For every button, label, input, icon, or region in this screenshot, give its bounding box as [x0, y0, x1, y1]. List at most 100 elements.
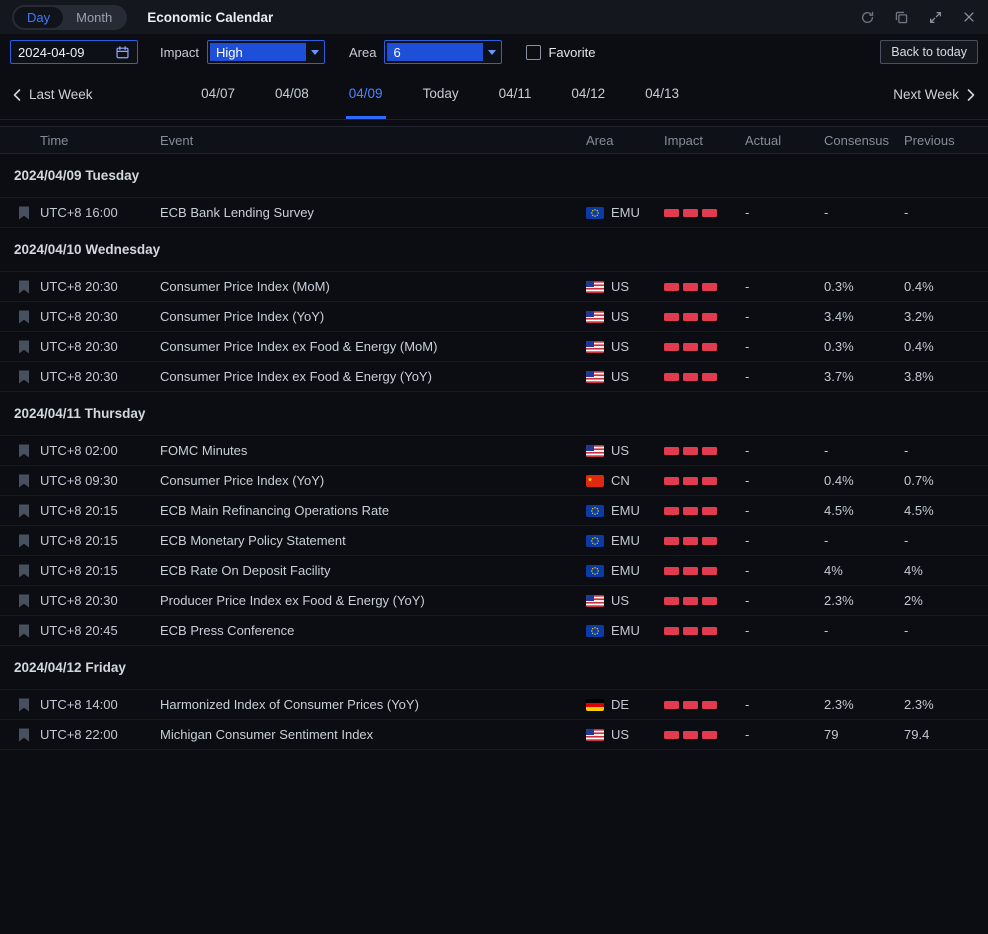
- day-view-tab[interactable]: Day: [14, 7, 63, 28]
- favorite-checkbox[interactable]: [526, 45, 541, 60]
- bookmark-icon[interactable]: [8, 474, 40, 488]
- impact-selected-value: High: [210, 43, 306, 61]
- date-picker[interactable]: 2024-04-09: [10, 40, 138, 64]
- bookmark-icon[interactable]: [8, 728, 40, 742]
- impact-bar: [664, 567, 679, 575]
- impact-bars: [664, 701, 745, 709]
- week-tab-04-12[interactable]: 04/12: [568, 70, 608, 119]
- day-group-header: 2024/04/09 Tuesday: [0, 154, 988, 198]
- consensus-value: 2.3%: [824, 697, 904, 712]
- events-table: Time Event Area Impact Actual Consensus …: [0, 126, 988, 750]
- last-week-button[interactable]: Last Week: [12, 70, 93, 119]
- bookmark-icon[interactable]: [8, 280, 40, 294]
- consensus-value: 2.3%: [824, 593, 904, 608]
- bookmark-icon[interactable]: [8, 504, 40, 518]
- next-week-label: Next Week: [893, 87, 959, 102]
- col-header-impact: Impact: [664, 133, 745, 148]
- flag-us-icon: [586, 729, 604, 741]
- consensus-value: 79: [824, 727, 904, 742]
- table-row[interactable]: UTC+8 02:00FOMC MinutesUS---: [0, 436, 988, 466]
- table-row[interactable]: UTC+8 20:30Consumer Price Index (MoM)US-…: [0, 272, 988, 302]
- impact-bar: [664, 731, 679, 739]
- area-code: EMU: [611, 533, 640, 548]
- event-name: Harmonized Index of Consumer Prices (YoY…: [160, 697, 586, 712]
- event-name: Consumer Price Index (YoY): [160, 473, 586, 488]
- table-row[interactable]: UTC+8 20:15ECB Monetary Policy Statement…: [0, 526, 988, 556]
- calendar-icon: [115, 45, 130, 60]
- actual-value: -: [745, 339, 824, 354]
- expand-fullscreen-icon[interactable]: [928, 10, 943, 25]
- bookmark-icon[interactable]: [8, 340, 40, 354]
- actual-value: -: [745, 563, 824, 578]
- event-area: EMU: [586, 205, 664, 220]
- impact-bar: [702, 447, 717, 455]
- bookmark-icon[interactable]: [8, 564, 40, 578]
- impact-bar: [664, 313, 679, 321]
- impact-bars: [664, 597, 745, 605]
- close-icon[interactable]: [962, 10, 976, 24]
- impact-bar: [683, 701, 698, 709]
- previous-value: -: [904, 623, 988, 638]
- refresh-icon[interactable]: [860, 10, 875, 25]
- impact-bar: [683, 731, 698, 739]
- table-row[interactable]: UTC+8 20:30Consumer Price Index ex Food …: [0, 362, 988, 392]
- table-row[interactable]: UTC+8 14:00Harmonized Index of Consumer …: [0, 690, 988, 720]
- table-row[interactable]: UTC+8 20:45ECB Press ConferenceEMU---: [0, 616, 988, 646]
- next-week-button[interactable]: Next Week: [893, 70, 976, 119]
- impact-bar: [683, 209, 698, 217]
- bookmark-icon[interactable]: [8, 206, 40, 220]
- table-row[interactable]: UTC+8 16:00ECB Bank Lending SurveyEMU---: [0, 198, 988, 228]
- event-name: Consumer Price Index (YoY): [160, 309, 586, 324]
- popout-window-icon[interactable]: [894, 10, 909, 25]
- area-code: DE: [611, 697, 629, 712]
- bookmark-icon[interactable]: [8, 310, 40, 324]
- week-tab-04-13[interactable]: 04/13: [642, 70, 682, 119]
- area-label: Area: [349, 45, 376, 60]
- bookmark-icon[interactable]: [8, 444, 40, 458]
- area-code: US: [611, 279, 629, 294]
- impact-bar: [664, 701, 679, 709]
- table-row[interactable]: UTC+8 22:00Michigan Consumer Sentiment I…: [0, 720, 988, 750]
- table-row[interactable]: UTC+8 20:30Producer Price Index ex Food …: [0, 586, 988, 616]
- flag-eu-icon: [586, 505, 604, 517]
- day-group-header: 2024/04/10 Wednesday: [0, 228, 988, 272]
- impact-bar: [683, 283, 698, 291]
- flag-us-icon: [586, 311, 604, 323]
- week-tab-today[interactable]: Today: [420, 70, 462, 119]
- previous-value: -: [904, 533, 988, 548]
- table-row[interactable]: UTC+8 20:15ECB Rate On Deposit FacilityE…: [0, 556, 988, 586]
- bookmark-icon[interactable]: [8, 534, 40, 548]
- area-code: EMU: [611, 563, 640, 578]
- bookmark-icon[interactable]: [8, 370, 40, 384]
- event-area: EMU: [586, 563, 664, 578]
- week-tab-04-08[interactable]: 04/08: [272, 70, 312, 119]
- table-row[interactable]: UTC+8 09:30Consumer Price Index (YoY)CN-…: [0, 466, 988, 496]
- table-row[interactable]: UTC+8 20:15ECB Main Refinancing Operatio…: [0, 496, 988, 526]
- impact-select[interactable]: High: [207, 40, 325, 64]
- week-tab-04-07[interactable]: 04/07: [198, 70, 238, 119]
- favorite-filter[interactable]: Favorite: [526, 45, 595, 60]
- week-tab-04-11[interactable]: 04/11: [496, 70, 535, 119]
- area-code: US: [611, 443, 629, 458]
- bookmark-icon[interactable]: [8, 698, 40, 712]
- previous-value: 2.3%: [904, 697, 988, 712]
- bookmark-icon[interactable]: [8, 594, 40, 608]
- col-header-event: Event: [160, 133, 586, 148]
- impact-bar: [683, 597, 698, 605]
- area-code: EMU: [611, 623, 640, 638]
- month-view-tab[interactable]: Month: [63, 7, 125, 28]
- bookmark-icon[interactable]: [8, 624, 40, 638]
- table-row[interactable]: UTC+8 20:30Consumer Price Index (YoY)US-…: [0, 302, 988, 332]
- actual-value: -: [745, 369, 824, 384]
- favorite-label: Favorite: [548, 45, 595, 60]
- back-to-today-button[interactable]: Back to today: [880, 40, 978, 64]
- filter-toolbar: 2024-04-09 Impact High Area 6 Favorite B…: [0, 34, 988, 70]
- area-select[interactable]: 6: [384, 40, 502, 64]
- table-row[interactable]: UTC+8 20:30Consumer Price Index ex Food …: [0, 332, 988, 362]
- impact-bar: [702, 731, 717, 739]
- impact-bars: [664, 343, 745, 351]
- week-tab-04-09-active[interactable]: 04/09: [346, 70, 386, 119]
- table-header: Time Event Area Impact Actual Consensus …: [0, 126, 988, 154]
- flag-us-icon: [586, 371, 604, 383]
- event-time: UTC+8 02:00: [40, 443, 160, 458]
